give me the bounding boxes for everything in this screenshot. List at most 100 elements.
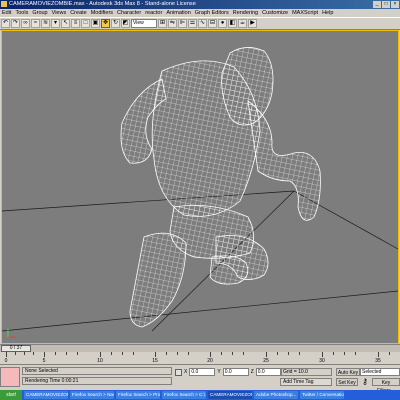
menu-reactor[interactable]: reactor	[145, 9, 162, 17]
taskbar-item[interactable]: Firefox Search > Produc...	[116, 391, 160, 399]
track-tick	[177, 352, 178, 355]
maxscript-listener-mini[interactable]	[0, 367, 20, 387]
menu-views[interactable]: Views	[52, 9, 67, 17]
select-name-icon[interactable]: ≡	[71, 19, 80, 28]
track-tick	[277, 352, 278, 355]
track-tick	[221, 352, 222, 355]
render-icon[interactable]: ☕	[238, 19, 247, 28]
z-coord-field[interactable]: 0.0	[255, 368, 282, 376]
track-label: 5	[42, 358, 46, 364]
key-selection-dropdown[interactable]: Selected	[360, 368, 400, 376]
start-button[interactable]: start	[0, 390, 22, 400]
link-icon[interactable]: ∞	[21, 19, 30, 28]
menu-graph-editors[interactable]: Graph Editors	[195, 9, 229, 17]
bind-icon[interactable]: ≋	[41, 19, 50, 28]
track-label: 30	[319, 358, 325, 364]
menu-edit[interactable]: Edit	[2, 9, 11, 17]
track-tick	[243, 352, 244, 355]
move-icon[interactable]: ✥	[101, 19, 110, 28]
reference-coord-dropdown[interactable]: View	[131, 19, 157, 28]
track-label: 25	[263, 358, 269, 364]
menu-help[interactable]: Help	[322, 9, 333, 17]
grid-size: Grid = 10.0	[280, 368, 332, 376]
time-slider-thumb[interactable]: 0 / 37	[1, 345, 31, 352]
taskbar-item[interactable]: Firefox Search > C:\...	[162, 391, 206, 399]
layer-icon[interactable]: ☰	[188, 19, 197, 28]
window-icon[interactable]: ▣	[91, 19, 100, 28]
track-bar[interactable]: 0 5 10 15 20 25 30 35	[0, 352, 400, 365]
y-label: Y	[217, 369, 221, 375]
track-label: 10	[97, 358, 103, 364]
time-slider[interactable]: 0 / 37	[0, 344, 400, 352]
track-tick	[210, 352, 211, 357]
taskbar-item[interactable]: Firefox Search > Nav...	[70, 391, 114, 399]
y-coord-field[interactable]: 0.0	[222, 368, 249, 376]
menu-tools[interactable]: Tools	[15, 9, 28, 17]
track-tick	[389, 352, 390, 355]
set-key-button[interactable]: Set Key	[336, 378, 358, 386]
track-tick	[6, 352, 7, 357]
minimize-button[interactable]: _	[373, 1, 381, 8]
pivot-icon[interactable]: ⊞	[158, 19, 167, 28]
menu-character[interactable]: Character	[117, 9, 141, 17]
menu-rendering[interactable]: Rendering	[233, 9, 258, 17]
selection-lock-icon[interactable]	[175, 368, 182, 376]
transform-coordinates: X 0.0 Y 0.0 Z 0.0	[175, 368, 282, 376]
add-time-tag-button[interactable]: Add Time Tag	[280, 378, 332, 386]
key-icon[interactable]: ⚷	[360, 377, 370, 387]
menu-group[interactable]: Group	[32, 9, 47, 17]
track-tick	[33, 352, 34, 355]
key-filters-button[interactable]: Key Filters...	[372, 378, 400, 394]
maximize-button[interactable]: □	[382, 1, 390, 8]
taskbar-item[interactable]: CAMERAMOVIEZOMBIE...	[208, 391, 252, 399]
track-tick	[24, 352, 25, 355]
key-controls: Auto Key Selected Set Key ⚷ Key Filters.…	[336, 366, 400, 394]
x-label: X	[184, 369, 188, 375]
track-tick	[378, 352, 379, 357]
schematic-icon[interactable]: ⊟	[208, 19, 217, 28]
track-tick	[344, 352, 345, 355]
track-tick	[55, 352, 56, 355]
perspective-viewport[interactable]	[1, 30, 399, 344]
wireframe-scene	[2, 47, 398, 338]
scale-icon[interactable]: ◩	[121, 19, 130, 28]
menu-create[interactable]: Create	[70, 9, 87, 17]
menu-customize[interactable]: Customize	[262, 9, 288, 17]
close-button[interactable]: ×	[391, 1, 399, 8]
taskbar-item[interactable]: Adobe Photoshop...	[254, 391, 298, 399]
auto-key-button[interactable]: Auto Key	[336, 368, 360, 376]
x-coord-field[interactable]: 0.0	[189, 368, 216, 376]
material-editor-icon[interactable]: ●	[218, 19, 227, 28]
filter-icon[interactable]: ▾	[51, 19, 60, 28]
quick-render-icon[interactable]: ▶	[248, 19, 257, 28]
menu-animation[interactable]: Animation	[166, 9, 190, 17]
rotate-icon[interactable]: ↻	[111, 19, 120, 28]
mirror-icon[interactable]: ⇋	[168, 19, 177, 28]
select-icon[interactable]: ↖	[61, 19, 70, 28]
render-time-status: Rendering Time 0:00:21	[22, 377, 172, 385]
track-tick	[166, 352, 167, 355]
unlink-icon[interactable]: ≈	[31, 19, 40, 28]
render-setup-icon[interactable]: ◧	[228, 19, 237, 28]
region-icon[interactable]: □	[81, 19, 90, 28]
track-label: 0	[4, 358, 8, 364]
track-label: 15	[152, 358, 158, 364]
track-tick	[111, 352, 112, 355]
align-icon[interactable]: ⊫	[178, 19, 187, 28]
window-title: CAMERAMOVIEZOMBIE.max - Autodesk 3ds Max…	[9, 1, 196, 7]
selection-status: None Selected	[22, 367, 172, 375]
undo-icon[interactable]: ↶	[1, 19, 10, 28]
curve-editor-icon[interactable]: ∿	[198, 19, 207, 28]
track-label: 20	[207, 358, 213, 364]
taskbar-item[interactable]: Twitter / Conversation	[300, 391, 344, 399]
track-tick	[355, 352, 356, 355]
track-tick	[232, 352, 233, 355]
track-tick	[288, 352, 289, 355]
menu-maxscript[interactable]: MAXScript	[292, 9, 318, 17]
track-label: 35	[375, 358, 381, 364]
taskbar-item[interactable]: CAMERAMOVIEZOMBIE...	[24, 391, 68, 399]
redo-icon[interactable]: ↷	[11, 19, 20, 28]
menu-modifiers[interactable]: Modifiers	[91, 9, 113, 17]
menu-bar: Edit Tools Group Views Create Modifiers …	[0, 9, 400, 17]
track-tick	[122, 352, 123, 355]
